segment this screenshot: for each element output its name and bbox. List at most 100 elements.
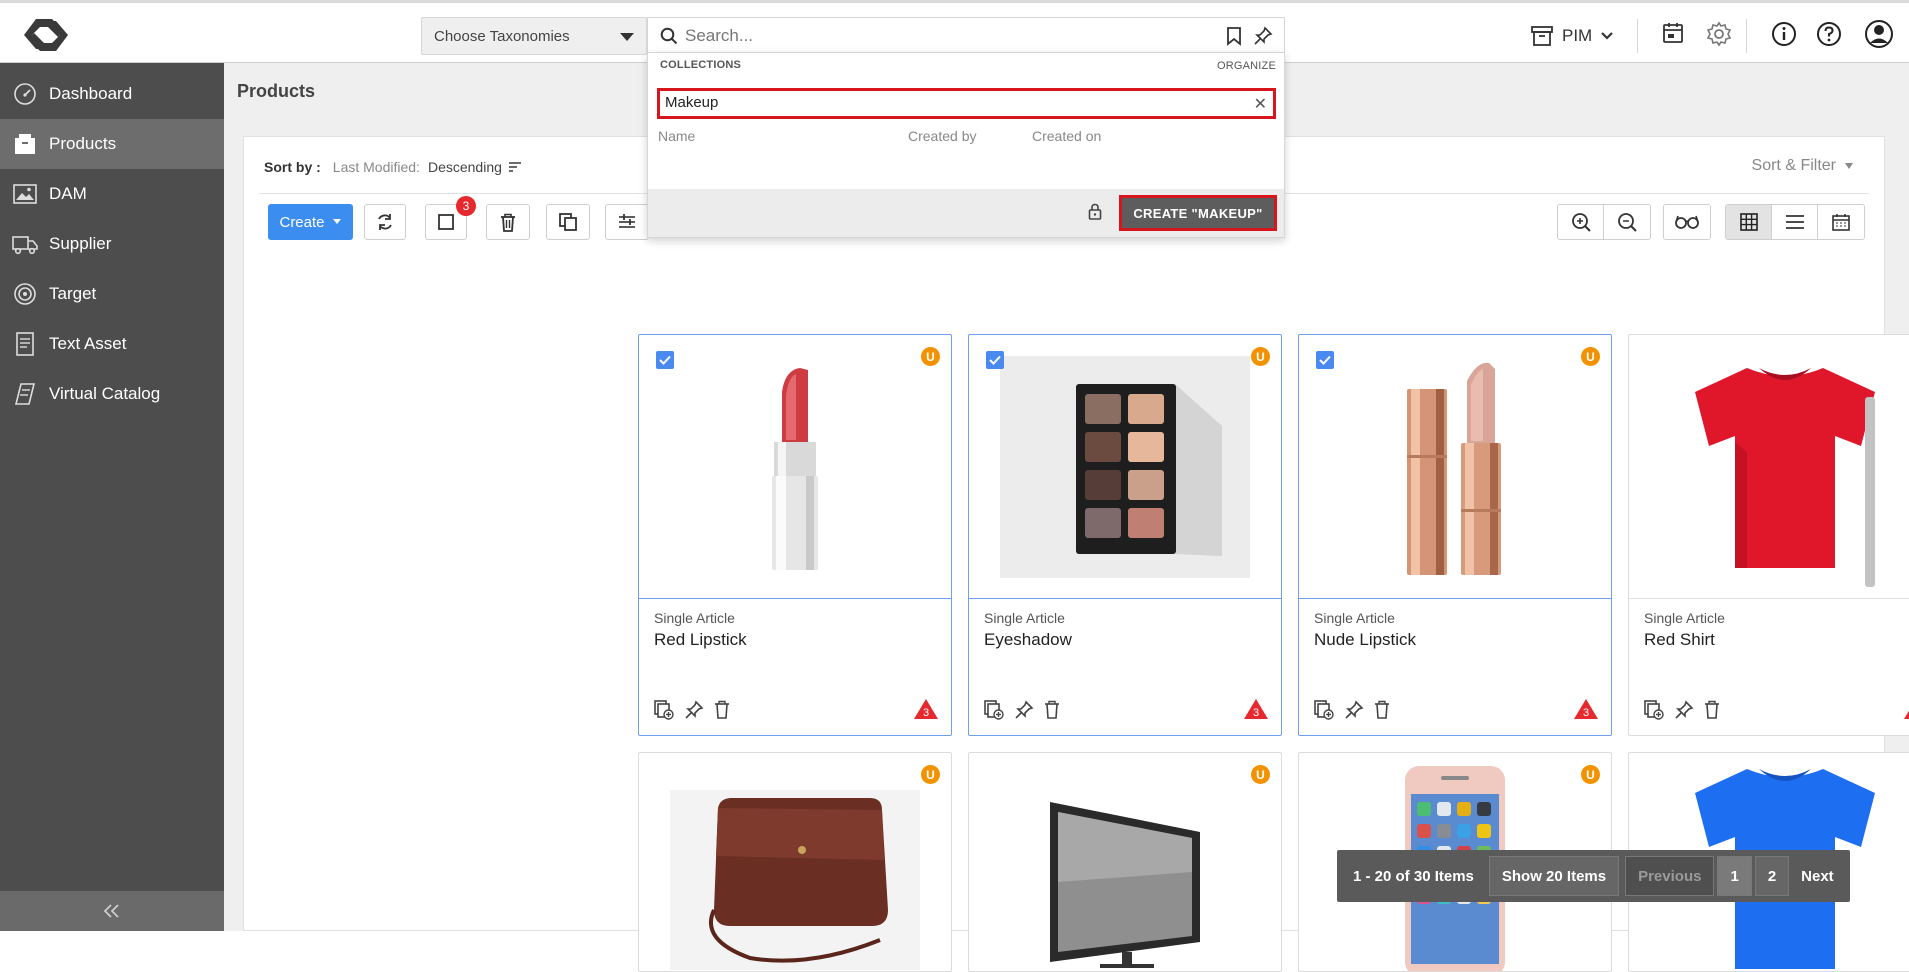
product-type: Single Article (1314, 610, 1395, 626)
sidebar-item-target[interactable]: Target (0, 269, 224, 319)
zoom-in-button[interactable] (1558, 205, 1604, 239)
calendar-view-button[interactable] (1818, 205, 1864, 239)
sidebar-item-label: Supplier (49, 234, 112, 253)
product-card[interactable]: U Single Article Red Lipstick 3 (638, 334, 952, 736)
sort-field[interactable]: Last Modified: (333, 159, 420, 175)
adjust-button[interactable] (605, 204, 649, 240)
page-button-1[interactable]: 1 (1717, 856, 1752, 896)
scrollbar[interactable] (1865, 397, 1875, 587)
warning-badge[interactable]: 3 (1243, 698, 1269, 720)
sidebar-item-dashboard[interactable]: Dashboard (0, 69, 224, 119)
trash-icon[interactable] (1704, 700, 1720, 720)
add-to-collection-icon[interactable] (1644, 700, 1664, 720)
sidebar-item-label: Target (49, 284, 97, 303)
sidebar-item-dam[interactable]: DAM (0, 169, 224, 219)
pin-icon[interactable] (1014, 700, 1034, 720)
app-switcher-label: PIM (1562, 26, 1593, 45)
sidebar: Dashboard Products DAM Supplier Target T… (0, 63, 224, 931)
sidebar-item-supplier[interactable]: Supplier (0, 219, 224, 269)
add-to-collection-icon[interactable] (1314, 700, 1334, 720)
trash-icon[interactable] (714, 700, 730, 720)
delete-button[interactable] (486, 204, 530, 240)
preview-button[interactable] (1664, 205, 1710, 239)
sidebar-collapse-button[interactable] (0, 891, 224, 931)
zoom-controls (1557, 204, 1651, 240)
select-all-button[interactable]: 3 (425, 196, 476, 240)
previous-button[interactable]: Previous (1625, 856, 1715, 896)
page-size-select[interactable]: Show 20 Items (1488, 856, 1620, 896)
sidebar-item-products[interactable]: Products (0, 119, 224, 169)
collection-name-input[interactable]: Makeup ✕ (657, 88, 1276, 119)
app-logo[interactable] (22, 15, 70, 55)
trash-icon[interactable] (1044, 700, 1060, 720)
view-mode-switch (1725, 204, 1865, 240)
product-card[interactable]: U (638, 752, 952, 972)
clear-icon[interactable]: ✕ (1254, 94, 1267, 114)
bookmark-icon[interactable] (1226, 27, 1242, 46)
product-name[interactable]: Red Shirt (1644, 630, 1715, 650)
products-panel: Sort by : Last Modified: Descending Sort… (243, 136, 1909, 972)
warning-badge[interactable]: 3 (1573, 698, 1599, 720)
list-view-button[interactable] (1772, 205, 1818, 239)
trash-icon[interactable] (1374, 700, 1390, 720)
sidebar-item-virtual-catalog[interactable]: Virtual Catalog (0, 369, 224, 419)
sort-order-icon[interactable] (508, 161, 522, 173)
add-to-collection-icon[interactable] (654, 700, 674, 720)
taxonomy-select[interactable]: Choose Taxonomies (421, 17, 647, 55)
zoom-out-icon (1618, 213, 1637, 232)
page-button-2[interactable]: 2 (1754, 856, 1790, 896)
create-button[interactable]: Create (268, 204, 353, 240)
organize-link[interactable]: ORGANIZE (1217, 60, 1276, 72)
warning-badge[interactable]: 3 (1903, 698, 1909, 720)
refresh-button[interactable] (364, 204, 406, 240)
selection-checkbox[interactable] (656, 351, 674, 369)
preview-toggle (1663, 204, 1711, 240)
calendar-icon[interactable] (1661, 21, 1685, 45)
archive-icon (1530, 25, 1554, 47)
card-actions (1644, 700, 1720, 720)
pin-icon[interactable] (684, 700, 704, 720)
app-switcher[interactable]: PIM (1530, 21, 1614, 51)
grid-view-button[interactable] (1726, 205, 1772, 239)
help-icon[interactable] (1816, 21, 1842, 47)
target-icon (12, 281, 38, 307)
next-button[interactable]: Next (1789, 856, 1846, 896)
product-name[interactable]: Eyeshadow (984, 630, 1072, 650)
gear-icon[interactable] (1706, 21, 1732, 47)
sort-direction[interactable]: Descending (428, 159, 502, 175)
zoom-in-icon (1571, 213, 1591, 232)
copy-icon (558, 212, 578, 232)
column-header-created-on: Created on (1032, 128, 1102, 144)
warning-count: 3 (923, 707, 929, 719)
pin-icon[interactable] (1344, 700, 1364, 720)
search-input[interactable] (685, 23, 1205, 49)
product-card[interactable]: U Single Article Eyeshadow 3 (968, 334, 1282, 736)
pin-icon[interactable] (1674, 700, 1694, 720)
product-name[interactable]: Nude Lipstick (1314, 630, 1416, 650)
warning-badge[interactable]: 3 (913, 698, 939, 720)
product-type: Single Article (654, 610, 735, 626)
lock-icon[interactable] (1088, 203, 1102, 220)
sidebar-item-label: Text Asset (49, 334, 127, 353)
warning-count: 3 (1583, 707, 1589, 719)
sort-filter-toggle[interactable]: Sort & Filter (1752, 157, 1854, 175)
zoom-out-button[interactable] (1604, 205, 1650, 239)
pin-icon[interactable] (1253, 26, 1273, 46)
trash-icon (500, 213, 516, 232)
selection-checkbox[interactable] (986, 351, 1004, 369)
product-type: Single Article (984, 610, 1065, 626)
product-card[interactable]: U (968, 752, 1282, 972)
caret-down-icon (1844, 162, 1854, 170)
product-name[interactable]: Red Lipstick (654, 630, 747, 650)
info-icon[interactable] (1771, 21, 1797, 47)
user-avatar-icon[interactable] (1864, 19, 1894, 49)
selection-checkbox[interactable] (1316, 351, 1334, 369)
create-collection-button[interactable]: CREATE "MAKEUP" (1119, 195, 1277, 231)
add-to-collection-icon[interactable] (984, 700, 1004, 720)
collection-name-value: Makeup (665, 94, 719, 111)
copy-button[interactable] (546, 204, 590, 240)
sort-filter-label: Sort & Filter (1751, 157, 1836, 174)
product-card[interactable]: U Single Article Nude Lipstick 3 (1298, 334, 1612, 736)
sidebar-item-text-asset[interactable]: Text Asset (0, 319, 224, 369)
product-image (639, 335, 951, 599)
